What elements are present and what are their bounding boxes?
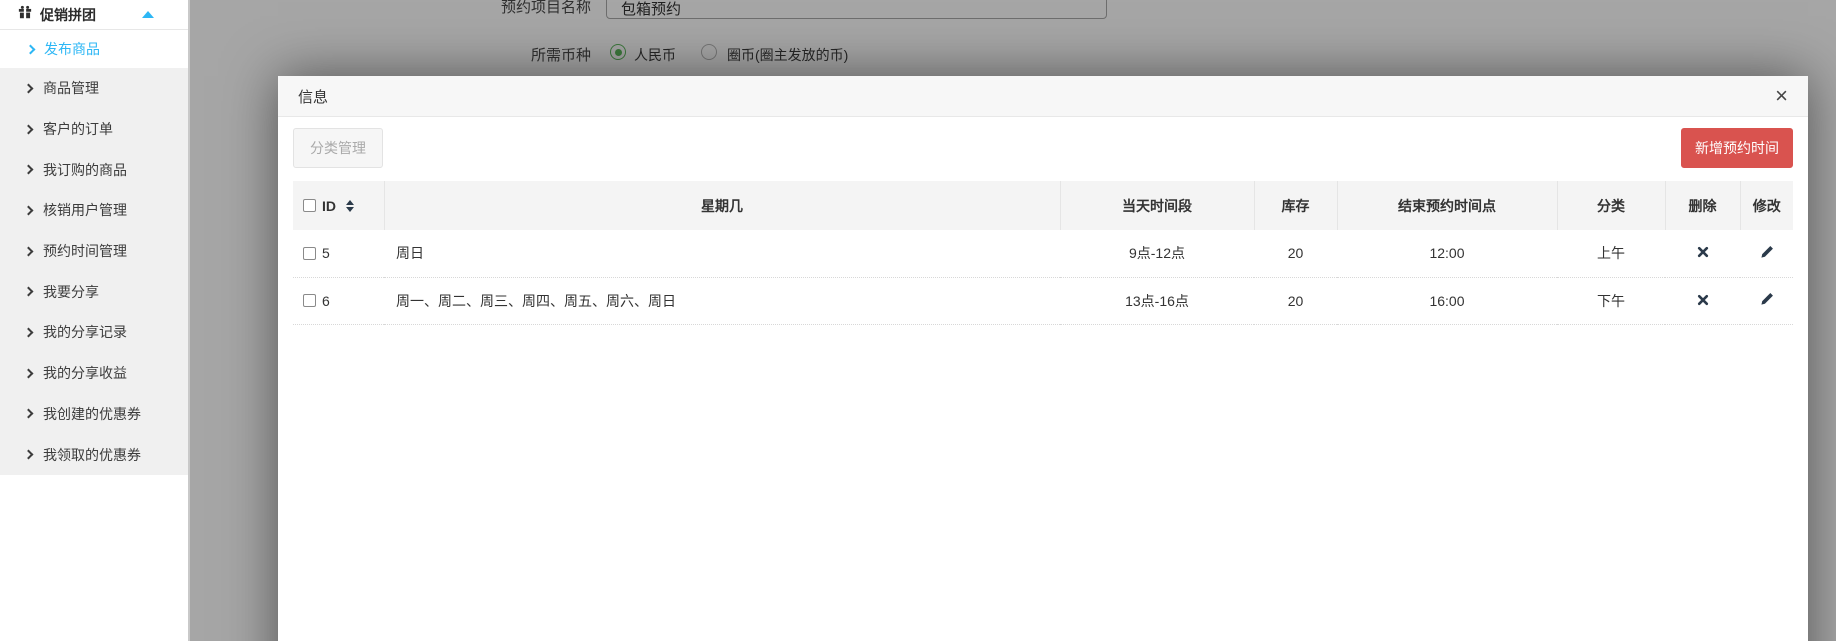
table-header-row: ID 星期几 当天时间段 库存 结束预约时间点 分类 删除 修改 [293,181,1793,230]
chevron-right-icon [23,408,34,419]
col-header-id: ID [322,197,336,214]
cell-id: 6 [322,292,330,309]
col-header-category: 分类 [1556,181,1665,230]
sidebar-item-label: 客户的订单 [43,121,113,138]
col-header-timeslot: 当天时间段 [1059,181,1254,230]
add-booking-time-button[interactable]: 新增预约时间 [1681,128,1793,168]
sidebar-item-publish-product[interactable]: 发布商品 [0,30,188,68]
sidebar-item-label: 预约时间管理 [43,243,127,260]
sidebar-group: 商品管理 客户的订单 我订购的商品 核销用户管理 预约时间管理 我要分享 我的分… [0,68,188,475]
sidebar-item-product-manage[interactable]: 商品管理 [0,68,188,109]
sidebar-item-verify-users[interactable]: 核销用户管理 [0,190,188,231]
chevron-right-icon [23,124,34,134]
col-header-modify: 修改 [1739,181,1793,230]
sidebar-item-label: 商品管理 [43,80,99,97]
cell-stock: 20 [1254,277,1337,325]
sidebar-item-coupons-created[interactable]: 我创建的优惠券 [0,394,188,435]
edit-pencil-icon[interactable] [1760,292,1774,306]
booking-time-table: ID 星期几 当天时间段 库存 结束预约时间点 分类 删除 修改 5 周日 9点… [293,181,1793,325]
screen: 预约项目名称 所需币种 人民币 圈币(圈主发放的币) 促销拼团 发布商品 [0,0,1836,641]
sidebar-item-share-records[interactable]: 我的分享记录 [0,312,188,353]
cell-weekday: 周一、周二、周三、周四、周五、周六、周日 [384,277,1060,325]
sidebar-item-coupons-received[interactable]: 我领取的优惠券 [0,434,188,475]
modal-header: 信息 × [278,76,1808,117]
row-checkbox[interactable] [303,294,316,307]
modal-body: 分类管理 新增预约时间 ID 星期几 当天时间段 库存 结束预约时间点 分类 删… [278,117,1808,325]
sidebar-item-label: 我领取的优惠券 [43,446,141,463]
chevron-right-icon [23,368,34,379]
chevron-right-icon [25,44,36,54]
sidebar-parent-label: 促销拼团 [40,6,96,23]
cell-weekday: 周日 [384,230,1060,278]
cell-category: 上午 [1557,230,1665,278]
col-header-end-time: 结束预约时间点 [1336,181,1557,230]
chevron-right-icon [23,286,34,297]
delete-icon[interactable] [1697,294,1709,306]
info-modal: 信息 × 分类管理 新增预约时间 ID 星期几 当天时间段 库存 结束预约时间点… [278,76,1808,641]
sort-icon[interactable] [346,196,354,216]
sidebar-item-promo-group[interactable]: 促销拼团 [0,0,188,30]
sidebar: 促销拼团 发布商品 商品管理 客户的订单 我订购的商品 核销用户管理 预约时间管… [0,0,190,641]
col-header-weekday: 星期几 [383,181,1060,230]
collapse-arrow-icon[interactable] [142,11,154,18]
cell-id: 5 [322,245,330,262]
modal-toolbar: 分类管理 新增预约时间 [293,128,1793,168]
chevron-right-icon [23,205,34,216]
sidebar-active-label: 发布商品 [44,41,100,57]
cell-stock: 20 [1254,230,1337,278]
cell-timeslot: 13点-16点 [1060,277,1254,325]
cell-timeslot: 9点-12点 [1060,230,1254,278]
chevron-right-icon [23,327,34,338]
col-header-stock: 库存 [1253,181,1337,230]
sidebar-item-label: 我订购的商品 [43,161,127,178]
edit-pencil-icon[interactable] [1760,245,1774,259]
cell-category: 下午 [1557,277,1665,325]
row-checkbox[interactable] [303,246,316,260]
sidebar-item-my-purchases[interactable]: 我订购的商品 [0,149,188,190]
sidebar-item-booking-time-manage[interactable]: 预约时间管理 [0,231,188,272]
delete-icon[interactable] [1697,246,1709,258]
sidebar-item-label: 核销用户管理 [43,202,127,219]
modal-title: 信息 [298,88,329,106]
select-all-checkbox[interactable] [303,199,316,212]
sidebar-item-label: 我的分享收益 [43,365,127,382]
chevron-right-icon [23,83,34,94]
category-manage-button[interactable]: 分类管理 [293,128,383,168]
chevron-right-icon [23,164,34,175]
close-icon[interactable]: × [1775,85,1788,107]
sidebar-item-i-share[interactable]: 我要分享 [0,271,188,312]
table-row: 6 周一、周二、周三、周四、周五、周六、周日 13点-16点 20 16:00 … [293,277,1793,325]
cell-end-time: 16:00 [1337,277,1557,325]
sidebar-item-share-earnings[interactable]: 我的分享收益 [0,353,188,394]
chevron-right-icon [23,449,34,460]
cell-end-time: 12:00 [1337,230,1557,278]
sidebar-item-label: 我要分享 [43,283,99,300]
sidebar-item-customer-orders[interactable]: 客户的订单 [0,109,188,150]
sidebar-item-label: 我创建的优惠券 [43,405,141,422]
table-row: 5 周日 9点-12点 20 12:00 上午 [293,230,1793,278]
gift-icon [18,5,32,24]
col-header-delete: 删除 [1664,181,1740,230]
chevron-right-icon [23,246,34,257]
sidebar-item-label: 我的分享记录 [43,324,127,341]
